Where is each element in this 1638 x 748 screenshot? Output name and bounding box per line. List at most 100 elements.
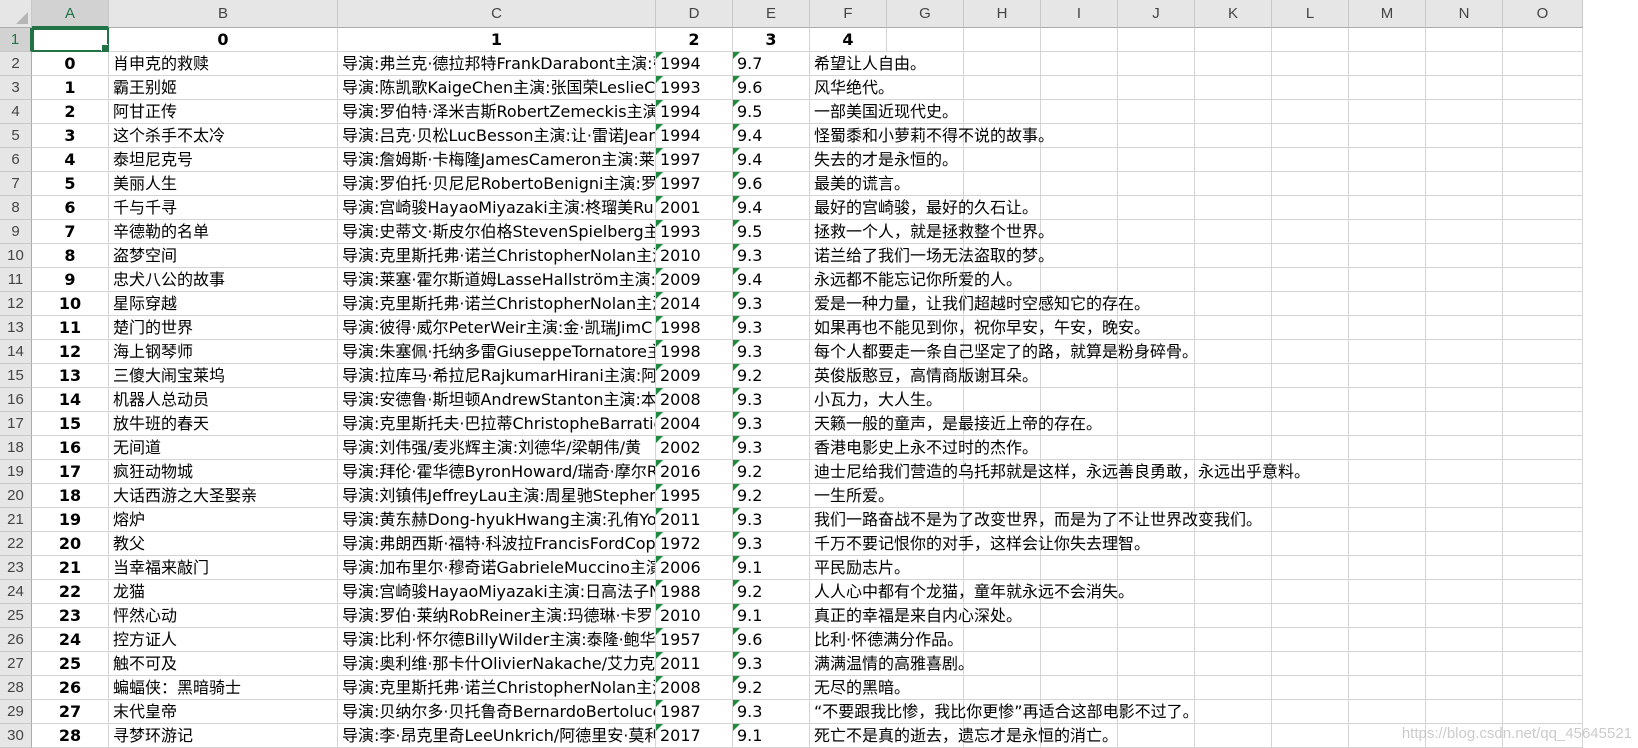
cell-empty[interactable] bbox=[1195, 412, 1272, 436]
row-header[interactable]: 25 bbox=[0, 604, 32, 628]
row-header[interactable]: 21 bbox=[0, 508, 32, 532]
cell-info[interactable]: 导演:罗伯托·贝尼尼RobertoBenigni主演:罗 bbox=[338, 172, 656, 196]
cell-empty[interactable] bbox=[1426, 76, 1503, 100]
cell-title[interactable]: 海上钢琴师 bbox=[109, 340, 338, 364]
cell-year[interactable]: 2006 bbox=[656, 556, 733, 580]
cell-empty[interactable] bbox=[1349, 604, 1426, 628]
cell-year[interactable]: 2002 bbox=[656, 436, 733, 460]
row-header[interactable]: 2 bbox=[0, 52, 32, 76]
cell-empty[interactable] bbox=[1118, 556, 1195, 580]
cell-empty[interactable] bbox=[1041, 436, 1118, 460]
cell-empty[interactable] bbox=[1272, 124, 1349, 148]
cell-empty[interactable] bbox=[1272, 76, 1349, 100]
cell-empty[interactable] bbox=[1349, 628, 1426, 652]
cell-quote[interactable]: 失去的才是永恒的。 bbox=[810, 148, 958, 172]
cell-empty[interactable] bbox=[1349, 556, 1426, 580]
cell-index[interactable]: 22 bbox=[32, 580, 109, 604]
cell-title[interactable]: 泰坦尼克号 bbox=[109, 148, 338, 172]
cell-empty[interactable] bbox=[1503, 364, 1583, 388]
cell-info[interactable]: 导演:拜伦·霍华德ByronHoward/瑞奇·摩尔R bbox=[338, 460, 656, 484]
cell-empty[interactable] bbox=[1272, 700, 1349, 724]
cell-empty[interactable] bbox=[1272, 436, 1349, 460]
cell-quote[interactable]: 香港电影史上永不过时的杰作。 bbox=[810, 436, 1038, 460]
row-header[interactable]: 8 bbox=[0, 196, 32, 220]
cell-info[interactable]: 导演:奥利维·那卡什OlivierNakache/艾力克 bbox=[338, 652, 656, 676]
cell-empty[interactable] bbox=[1272, 364, 1349, 388]
cell-year[interactable]: 1994 bbox=[656, 100, 733, 124]
cell-year[interactable]: 2010 bbox=[656, 244, 733, 268]
cell-info[interactable]: 导演:彼得·威尔PeterWeir主演:金·凯瑞JimC bbox=[338, 316, 656, 340]
cell-empty[interactable] bbox=[1349, 364, 1426, 388]
cell-empty[interactable] bbox=[1272, 292, 1349, 316]
cell-title[interactable]: 末代皇帝 bbox=[109, 700, 338, 724]
cell-empty[interactable] bbox=[1426, 124, 1503, 148]
cell-info[interactable]: 导演:宫崎骏HayaoMiyazaki主演:日高法子N bbox=[338, 580, 656, 604]
cell-rating[interactable]: 9.3 bbox=[733, 652, 810, 676]
cell-empty[interactable] bbox=[1195, 700, 1272, 724]
cell-empty[interactable] bbox=[1503, 340, 1583, 364]
cell-empty[interactable] bbox=[1272, 388, 1349, 412]
cell-empty[interactable] bbox=[1118, 76, 1195, 100]
cell-empty[interactable] bbox=[1426, 244, 1503, 268]
cell-quote[interactable]: 满满温情的高雅喜剧。 bbox=[810, 652, 974, 676]
cell-rating[interactable]: 9.7 bbox=[733, 52, 810, 76]
cell-quote[interactable]: 风华绝代。 bbox=[810, 76, 894, 100]
cell-index[interactable]: 0 bbox=[32, 52, 109, 76]
cell-empty[interactable] bbox=[1195, 724, 1272, 748]
row-header[interactable]: 12 bbox=[0, 292, 32, 316]
cell-empty[interactable] bbox=[1041, 604, 1118, 628]
cell-empty[interactable] bbox=[1349, 652, 1426, 676]
cell-empty[interactable] bbox=[1195, 316, 1272, 340]
cell-empty[interactable] bbox=[1503, 28, 1583, 52]
cell-title[interactable]: 忠犬八公的故事 bbox=[109, 268, 338, 292]
cell-info[interactable]: 导演:罗伯特·泽米吉斯RobertZemeckis主演: bbox=[338, 100, 656, 124]
cell-empty[interactable] bbox=[1426, 268, 1503, 292]
cell-empty[interactable] bbox=[1503, 508, 1583, 532]
cell-empty[interactable] bbox=[1041, 28, 1118, 52]
cell-empty[interactable] bbox=[1503, 316, 1583, 340]
column-header-k[interactable]: K bbox=[1195, 0, 1272, 28]
cell-empty[interactable] bbox=[1118, 628, 1195, 652]
cell-empty[interactable] bbox=[1118, 484, 1195, 508]
cell-year[interactable]: 1957 bbox=[656, 628, 733, 652]
cell-info[interactable]: 导演:克里斯托弗·诺兰ChristopherNolan主演 bbox=[338, 244, 656, 268]
cell-empty[interactable] bbox=[1349, 148, 1426, 172]
cell-info[interactable]: 导演:朱塞佩·托纳多雷GiuseppeTornatore主 bbox=[338, 340, 656, 364]
cell-info[interactable]: 导演:克里斯托弗·诺兰ChristopherNolan主演 bbox=[338, 676, 656, 700]
cell-rating[interactable]: 9.1 bbox=[733, 724, 810, 748]
cell-title[interactable]: 辛德勒的名单 bbox=[109, 220, 338, 244]
cell-quote[interactable]: 人人心中都有个龙猫，童年就永远不会消失。 bbox=[810, 580, 1134, 604]
cell-year[interactable]: 2017 bbox=[656, 724, 733, 748]
cell-empty[interactable] bbox=[1503, 100, 1583, 124]
cell-empty[interactable] bbox=[887, 484, 964, 508]
cell-empty[interactable] bbox=[1503, 268, 1583, 292]
cell-info[interactable]: 导演:史蒂文·斯皮尔伯格StevenSpielberg主演 bbox=[338, 220, 656, 244]
cell-empty[interactable] bbox=[1118, 244, 1195, 268]
row-header[interactable]: 18 bbox=[0, 436, 32, 460]
cell-empty[interactable] bbox=[964, 628, 1041, 652]
cell-empty[interactable] bbox=[1272, 52, 1349, 76]
cell-rating[interactable]: 9.4 bbox=[733, 148, 810, 172]
cell-info[interactable]: 导演:莱塞·霍尔斯道姆LasseHallström主演: bbox=[338, 268, 656, 292]
cell-empty[interactable] bbox=[1195, 76, 1272, 100]
cell-year[interactable]: 1987 bbox=[656, 700, 733, 724]
cell-rating[interactable]: 9.3 bbox=[733, 412, 810, 436]
cell-rating[interactable]: 9.4 bbox=[733, 268, 810, 292]
cell-b1[interactable]: 0 bbox=[109, 28, 338, 52]
cell-empty[interactable] bbox=[1041, 484, 1118, 508]
cell-info[interactable]: 导演:刘镇伟JeffreyLau主演:周星驰Stephen bbox=[338, 484, 656, 508]
cell-info[interactable]: 导演:安德鲁·斯坦顿AndrewStanton主演:本 bbox=[338, 388, 656, 412]
row-header[interactable]: 7 bbox=[0, 172, 32, 196]
cell-quote[interactable]: 最好的宫崎骏，最好的久石让。 bbox=[810, 196, 1038, 220]
cell-year[interactable]: 2009 bbox=[656, 268, 733, 292]
cell-title[interactable]: 寻梦环游记 bbox=[109, 724, 338, 748]
cell-index[interactable]: 20 bbox=[32, 532, 109, 556]
cell-empty[interactable] bbox=[1503, 412, 1583, 436]
cell-empty[interactable] bbox=[1195, 100, 1272, 124]
cell-empty[interactable] bbox=[1041, 676, 1118, 700]
cell-empty[interactable] bbox=[1426, 316, 1503, 340]
cell-empty[interactable] bbox=[1503, 652, 1583, 676]
cell-empty[interactable] bbox=[1195, 340, 1272, 364]
row-header[interactable]: 20 bbox=[0, 484, 32, 508]
cell-empty[interactable] bbox=[1272, 484, 1349, 508]
